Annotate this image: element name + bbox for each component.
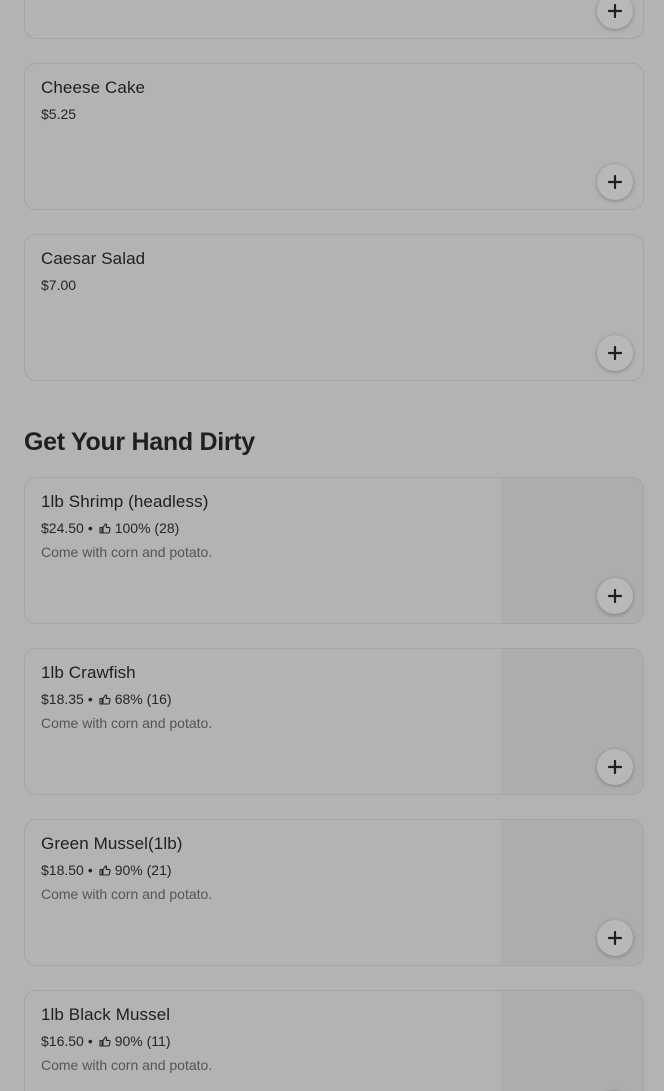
plus-icon [608, 346, 622, 360]
item-price: $5.25 [41, 106, 77, 122]
plus-icon [608, 931, 622, 945]
item-description: Come with corn and potato. [41, 886, 213, 902]
item-price: $24.50 [41, 520, 84, 536]
section-title: Get Your Hand Dirty [24, 428, 255, 456]
item-meta: $24.50 • 100% (28) [41, 520, 179, 536]
add-item-button[interactable] [597, 335, 633, 371]
item-name: 1lb Shrimp (headless) [41, 492, 209, 511]
item-name: 1lb Black Mussel [41, 1005, 171, 1024]
menu-item-card[interactable]: Caesar Salad $7.00 [24, 234, 644, 381]
menu-item-card[interactable]: 1lb Black Mussel $16.50 • 90% (11) Come … [24, 990, 644, 1091]
thumbs-up-icon [99, 523, 111, 534]
item-image [501, 991, 643, 1091]
item-description: Come with corn and potato. [41, 715, 213, 731]
menu-item-card[interactable]: Green Mussel(1lb) $18.50 • 90% (21) Come… [24, 819, 644, 966]
item-rating: 90% (11) [114, 1033, 171, 1049]
item-description: Come with corn and potato. [41, 1057, 213, 1073]
meta-separator: • [87, 862, 93, 878]
item-meta: $18.35 • 68% (16) [41, 691, 172, 707]
item-name: 1lb Crawfish [41, 663, 136, 682]
thumbs-up-icon [99, 865, 111, 876]
item-rating: 68% (16) [114, 691, 172, 707]
menu-page: Cheese Cake $5.25 Caesar Salad $7.00 Get… [0, 0, 664, 1091]
add-item-button[interactable] [597, 164, 633, 200]
thumbs-up-icon [99, 1036, 111, 1047]
item-name: Caesar Salad [41, 249, 146, 268]
item-rating: 90% (21) [114, 862, 172, 878]
thumbs-up-icon [99, 694, 111, 705]
meta-separator: • [87, 1033, 93, 1049]
item-price: $18.35 [41, 691, 84, 707]
menu-item-card[interactable]: 1lb Shrimp (headless) $24.50 • 100% (28)… [24, 477, 644, 624]
item-rating: 100% (28) [114, 520, 180, 536]
item-description: Come with corn and potato. [41, 544, 213, 560]
menu-item-card[interactable]: 1lb Crawfish $18.35 • 68% (16) Come with… [24, 648, 644, 795]
add-item-button[interactable] [597, 578, 633, 614]
item-price: $7.00 [41, 277, 77, 293]
item-price: $18.50 [41, 862, 84, 878]
menu-item-card[interactable]: Cheese Cake $5.25 [24, 63, 644, 210]
item-name: Cheese Cake [41, 78, 146, 97]
plus-icon [608, 589, 622, 603]
meta-separator: • [87, 520, 93, 536]
meta-separator: • [87, 691, 93, 707]
plus-icon [608, 4, 622, 18]
item-meta: $18.50 • 90% (21) [41, 862, 172, 878]
add-item-button[interactable] [597, 749, 633, 785]
item-meta: $16.50 • 90% (11) [41, 1033, 171, 1049]
menu-item-card[interactable] [24, 0, 644, 39]
add-item-button[interactable] [597, 0, 633, 29]
item-name: Green Mussel(1lb) [41, 834, 183, 853]
plus-icon [608, 175, 622, 189]
plus-icon [608, 760, 622, 774]
item-price: $16.50 [41, 1033, 84, 1049]
add-item-button[interactable] [597, 920, 633, 956]
